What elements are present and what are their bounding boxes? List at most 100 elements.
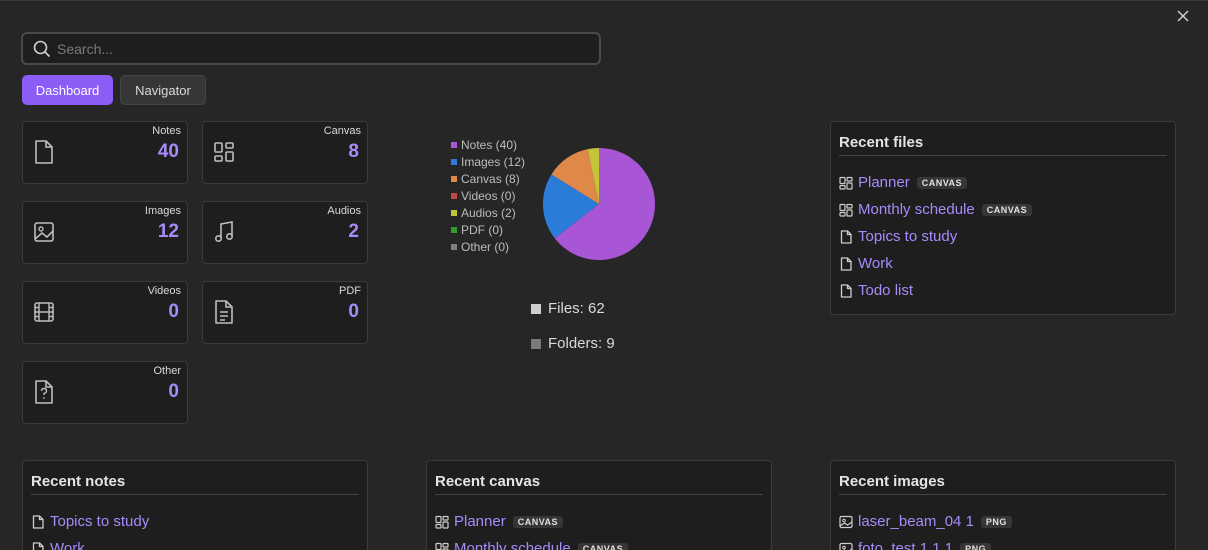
film-icon — [34, 302, 54, 322]
panel-title: Recent canvas — [435, 473, 763, 495]
list-item[interactable]: Monthly schedule CANVAS — [435, 535, 763, 550]
panel-title: Recent images — [839, 473, 1167, 495]
recent-notes-list: Topics to study Work — [31, 508, 359, 550]
legend-item: Audios (2) — [451, 204, 525, 221]
file-type-badge: PNG — [980, 515, 1012, 528]
image-icon — [34, 222, 54, 242]
list-item[interactable]: foto_test 1 1 1 PNG — [839, 535, 1167, 550]
list-item[interactable]: Work — [31, 535, 359, 550]
legend-label: Other (0) — [461, 239, 510, 254]
recent-images-panel: Recent images laser_beam_04 1 PNG foto_tes… — [830, 460, 1176, 550]
list-item[interactable]: Work — [839, 250, 1167, 277]
search-icon — [33, 40, 51, 57]
window-top-border — [0, 0, 1208, 1]
file-type-badge: CANVAS — [916, 176, 968, 189]
list-item-link[interactable]: Work — [50, 540, 85, 550]
list-item-link[interactable]: foto_test 1 1 1 — [858, 540, 953, 550]
file-icon — [840, 256, 852, 271]
file-icon — [32, 541, 44, 550]
legend-item: Canvas (8) — [451, 170, 525, 187]
list-item-link[interactable]: Topics to study — [50, 513, 149, 530]
panel-title: Recent notes — [31, 473, 359, 495]
list-item-link[interactable]: Todo list — [858, 282, 913, 299]
legend-item: Images (12) — [451, 153, 525, 170]
canvas-icon — [435, 542, 449, 550]
legend-swatch — [451, 209, 457, 216]
stat-card-other[interactable]: Other 0 — [22, 361, 188, 424]
files-total-text: Files: 62 — [548, 300, 605, 317]
search-box[interactable] — [21, 32, 601, 65]
canvas-icon — [214, 142, 234, 162]
folders-swatch — [531, 338, 541, 349]
list-item[interactable]: laser_beam_04 1 PNG — [839, 508, 1167, 535]
recent-files-panel: Recent files Planner CANVAS Monthly schedu… — [830, 121, 1176, 315]
list-item[interactable]: Monthly schedule CANVAS — [839, 196, 1167, 223]
recent-notes-panel: Recent notes Topics to study Work — [22, 460, 368, 550]
recent-canvas-list: Planner CANVAS Monthly schedule CANVAS — [435, 508, 763, 550]
image-icon — [839, 515, 853, 528]
list-item-link[interactable]: Monthly schedule — [858, 201, 975, 218]
legend-swatch — [451, 243, 457, 250]
panel-title: Recent files — [839, 134, 1167, 156]
legend-label: Audios (2) — [461, 205, 516, 220]
stat-value: 40 — [157, 141, 179, 162]
list-item-link[interactable]: Topics to study — [858, 228, 957, 245]
legend-swatch — [451, 141, 457, 148]
folders-total-text: Folders: 9 — [548, 335, 615, 352]
music-icon — [214, 221, 234, 242]
legend-label: Images (12) — [461, 154, 526, 169]
stat-card-canvas[interactable]: Canvas 8 — [202, 121, 368, 184]
stat-label: Notes — [152, 125, 181, 137]
stat-value: 8 — [348, 141, 359, 162]
file-icon — [840, 229, 852, 244]
stat-card-videos[interactable]: Videos 0 — [22, 281, 188, 344]
stat-card-pdf[interactable]: PDF 0 — [202, 281, 368, 344]
list-item[interactable]: Todo list — [839, 277, 1167, 304]
files-total: Files: 62 — [531, 300, 605, 317]
canvas-icon — [839, 203, 853, 217]
stat-label: Other — [153, 365, 181, 377]
file-icon — [32, 514, 44, 529]
legend-item: Notes (40) — [451, 136, 525, 153]
list-item[interactable]: Topics to study — [31, 508, 359, 535]
recent-images-list: laser_beam_04 1 PNG foto_test 1 1 1 PNG — [839, 508, 1167, 550]
list-item-link[interactable]: Monthly schedule — [454, 540, 571, 550]
chart-legend: Notes (40) Images (12) Canvas (8) Videos (0… — [451, 136, 525, 255]
stat-card-audios[interactable]: Audios 2 — [202, 201, 368, 264]
file-icon — [840, 283, 852, 298]
close-button[interactable] — [1174, 7, 1192, 25]
stat-value: 2 — [348, 221, 359, 242]
canvas-icon — [435, 515, 449, 529]
close-icon — [1177, 10, 1189, 22]
legend-label: Videos (0) — [461, 188, 516, 203]
list-item[interactable]: Planner CANVAS — [435, 508, 763, 535]
recent-files-list: Planner CANVAS Monthly schedule CANVAS Topic… — [839, 169, 1167, 304]
stat-value: 0 — [168, 381, 179, 402]
file-question-icon — [35, 380, 53, 404]
legend-swatch — [451, 226, 457, 233]
list-item[interactable]: Planner CANVAS — [839, 169, 1167, 196]
folders-total: Folders: 9 — [531, 335, 615, 352]
list-item-link[interactable]: Planner — [454, 513, 506, 530]
legend-item: Videos (0) — [451, 187, 525, 204]
stat-value: 0 — [348, 301, 359, 322]
list-item-link[interactable]: Planner — [858, 174, 910, 191]
file-icon — [35, 140, 53, 164]
files-swatch — [531, 303, 541, 314]
legend-item: PDF (0) — [451, 221, 525, 238]
stat-card-images[interactable]: Images 12 — [22, 201, 188, 264]
list-item[interactable]: Topics to study — [839, 223, 1167, 250]
document-text-icon — [215, 300, 233, 324]
tab-navigator[interactable]: Navigator — [120, 75, 206, 105]
search-input[interactable] — [57, 40, 577, 57]
pie-chart — [543, 148, 655, 260]
stat-label: Images — [144, 205, 181, 217]
stat-label: PDF — [339, 285, 361, 297]
tab-dashboard[interactable]: Dashboard — [22, 75, 113, 105]
list-item-link[interactable]: laser_beam_04 1 — [858, 513, 974, 530]
legend-label: PDF (0) — [461, 222, 503, 237]
stat-card-notes[interactable]: Notes 40 — [22, 121, 188, 184]
list-item-link[interactable]: Work — [858, 255, 893, 272]
legend-swatch — [451, 158, 457, 165]
stat-value: 12 — [157, 221, 179, 242]
